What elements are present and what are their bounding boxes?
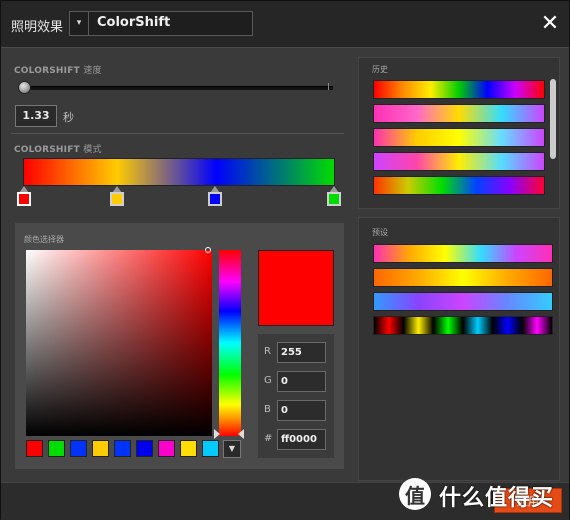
quick-swatch[interactable] (158, 440, 175, 457)
preset-item-4[interactable] (373, 316, 553, 335)
g-input[interactable]: 0 (277, 371, 326, 392)
preset-item-3[interactable] (373, 292, 553, 311)
r-label: R (264, 346, 271, 357)
hue-slider[interactable] (219, 250, 241, 436)
r-input[interactable]: 255 (277, 342, 326, 363)
history-item-1[interactable] (373, 80, 545, 99)
quick-swatch[interactable] (48, 440, 65, 457)
gradient-stop-4[interactable] (327, 186, 341, 208)
quick-swatch[interactable] (70, 440, 87, 457)
speed-input[interactable]: 1.33 (15, 105, 57, 127)
preset-item-1[interactable] (373, 244, 553, 263)
sv-marker[interactable] (205, 247, 211, 253)
close-icon[interactable]: ✕ (539, 13, 561, 35)
history-item-5[interactable] (373, 176, 545, 195)
history-scrollbar[interactable] (550, 79, 556, 159)
preset-item-2[interactable] (373, 268, 553, 287)
dropdown-arrow-icon[interactable]: ▾ (70, 12, 89, 35)
gradient-stop-2[interactable] (110, 186, 124, 208)
slider-end-tick (328, 83, 329, 90)
color-picker-label: 颜色选择器 (24, 235, 64, 244)
quick-swatch[interactable] (114, 440, 131, 457)
hex-input[interactable]: ff0000 (277, 429, 326, 450)
color-preview (258, 250, 334, 326)
b-input[interactable]: 0 (277, 400, 326, 421)
section-divider (11, 133, 344, 134)
history-label: 历史 (372, 65, 388, 74)
hex-label: # (264, 433, 273, 444)
speed-unit: 秒 (63, 111, 74, 124)
quick-swatch[interactable] (180, 440, 197, 457)
b-label: B (264, 404, 271, 415)
gradient-stop-3[interactable] (208, 186, 222, 208)
mode-gradient-bar[interactable] (23, 158, 335, 186)
effect-label: 照明效果 (11, 20, 64, 35)
effect-dropdown[interactable]: ▾ ColorShift (69, 11, 253, 36)
lighting-effects-window: 照明效果 ▾ ColorShift ✕ COLORSHIFT 速度 1.33 秒… (0, 0, 570, 520)
speed-label: COLORSHIFT 速度 (14, 66, 102, 76)
g-label: G (264, 375, 272, 386)
hue-arrow-left-icon[interactable] (214, 429, 220, 439)
watermark-text: 什么值得买 (439, 486, 555, 511)
quick-swatch[interactable] (136, 440, 153, 457)
more-swatches-icon[interactable]: ▼ (223, 440, 241, 458)
history-item-4[interactable] (373, 152, 545, 171)
mode-label: COLORSHIFT 模式 (14, 145, 102, 155)
dropdown-value: ColorShift (97, 15, 171, 30)
title-bar: 照明效果 ▾ ColorShift ✕ (1, 1, 569, 48)
quick-swatch[interactable] (202, 440, 219, 457)
hue-arrow-right-icon[interactable] (238, 429, 244, 439)
quick-swatch[interactable] (26, 440, 43, 457)
presets-label: 预设 (372, 228, 388, 237)
gradient-stop-1[interactable] (17, 186, 31, 208)
saturation-value-square[interactable] (26, 250, 212, 436)
speed-slider-thumb[interactable] (18, 81, 31, 94)
speed-slider-track[interactable] (23, 86, 333, 90)
history-item-2[interactable] (373, 104, 545, 123)
quick-swatch[interactable] (92, 440, 109, 457)
watermark-logo: 值 (399, 478, 431, 510)
watermark: 值 什么值得买 (399, 476, 564, 514)
history-item-3[interactable] (373, 128, 545, 147)
